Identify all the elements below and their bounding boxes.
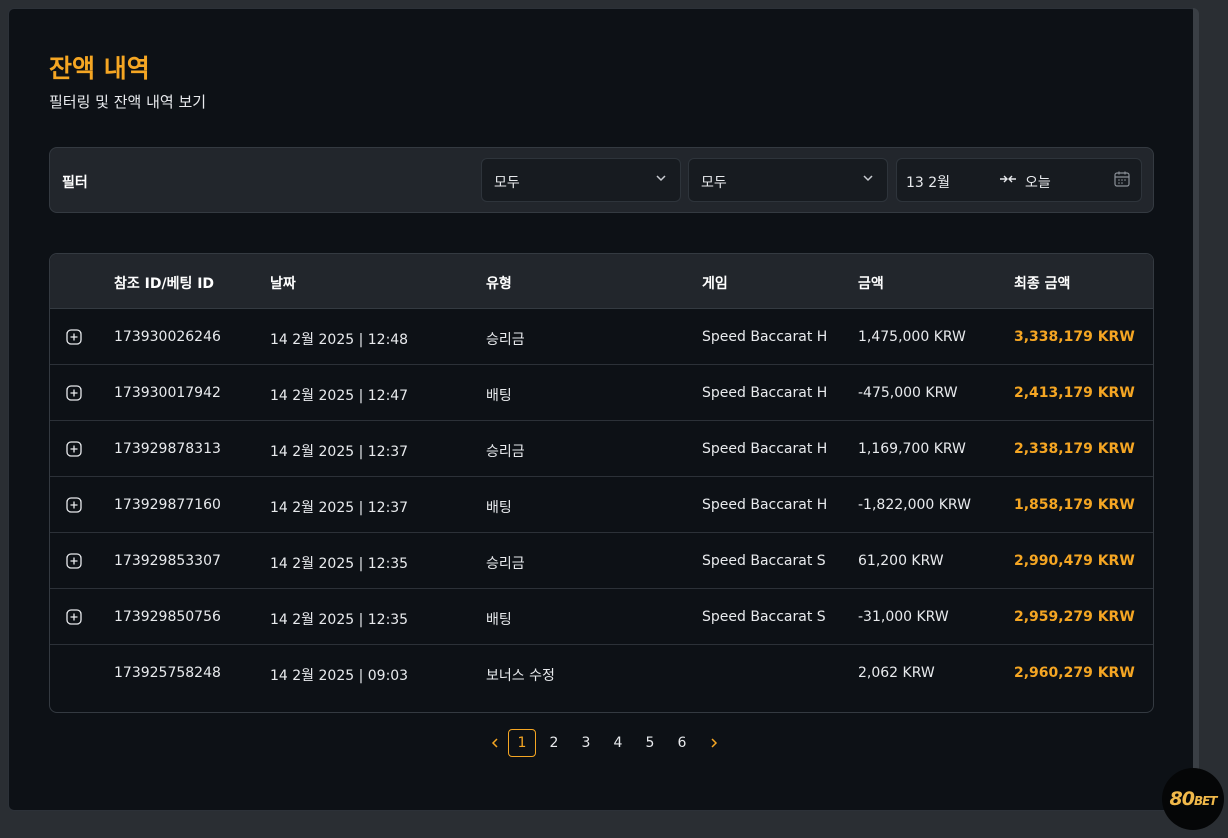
cell-amount: -31,000 KRW bbox=[858, 609, 949, 625]
page-button-4[interactable]: 4 bbox=[604, 729, 632, 757]
cell-amount: 61,200 KRW bbox=[858, 553, 944, 569]
cell-final-amount: 2,959,279 KRW bbox=[1014, 609, 1135, 625]
cell-game: Speed Baccarat S bbox=[702, 553, 826, 569]
cell-type: 승리금 bbox=[486, 332, 525, 348]
balance-table: 참조 ID/베팅 ID 날짜 유형 게임 금액 최종 금액 1739300262… bbox=[49, 253, 1154, 713]
logo-suffix: BET bbox=[1193, 794, 1218, 808]
type-select-value: 모두 bbox=[494, 175, 520, 191]
cell-amount: 1,475,000 KRW bbox=[858, 329, 966, 345]
filter-label: 필터 bbox=[62, 175, 88, 191]
expand-row-icon[interactable] bbox=[66, 553, 82, 569]
cell-final-amount: 2,338,179 KRW bbox=[1014, 441, 1135, 457]
calendar-icon[interactable] bbox=[1113, 170, 1131, 188]
cell-date: 14 2월 2025 | 09:03 bbox=[270, 668, 409, 684]
page-button-3[interactable]: 3 bbox=[572, 729, 600, 757]
cell-final-amount: 3,338,179 KRW bbox=[1014, 329, 1135, 345]
expand-row-icon[interactable] bbox=[66, 441, 82, 457]
table-row: 173929850756 14 2월 2025 | 12:35 배팅 Speed Ba… bbox=[50, 589, 1153, 645]
cell-type: 승리금 bbox=[486, 556, 525, 572]
date-to[interactable]: 오늘 bbox=[1025, 172, 1051, 192]
cell-game: Speed Baccarat H bbox=[702, 329, 828, 345]
chevron-right-icon bbox=[711, 738, 718, 748]
cell-game: Speed Baccarat H bbox=[702, 441, 828, 457]
table-row: 173925758248 14 2월 2025 | 09:03 보너스 수정 2,06… bbox=[50, 645, 1153, 701]
cell-type: 배팅 bbox=[486, 500, 512, 516]
cell-game: Speed Baccarat S bbox=[702, 609, 826, 625]
date-range-picker[interactable]: 13 2월 오늘 bbox=[896, 158, 1142, 202]
cell-ref-id: 173930026246 bbox=[114, 329, 221, 345]
game-select[interactable]: 모두 bbox=[688, 158, 888, 202]
expand-row-icon[interactable] bbox=[66, 329, 82, 345]
chevron-down-icon bbox=[863, 175, 873, 182]
column-header-date: 날짜 bbox=[270, 276, 296, 292]
cell-type: 승리금 bbox=[486, 444, 525, 460]
page-title: 잔액 내역 bbox=[49, 54, 150, 83]
column-header-ref-id: 참조 ID/베팅 ID bbox=[114, 276, 215, 292]
date-range-arrow-icon bbox=[1000, 175, 1016, 183]
balance-history-panel: 잔액 내역 필터링 및 잔액 내역 보기 필터 모두 모두 13 2월 오늘 참… bbox=[8, 8, 1197, 811]
filter-bar: 필터 모두 모두 13 2월 오늘 bbox=[49, 147, 1154, 213]
cell-date: 14 2월 2025 | 12:48 bbox=[270, 332, 409, 348]
page-subtitle: 필터링 및 잔액 내역 보기 bbox=[49, 93, 207, 111]
cell-amount: 1,169,700 KRW bbox=[858, 441, 966, 457]
page-button-2[interactable]: 2 bbox=[540, 729, 568, 757]
cell-final-amount: 1,858,179 KRW bbox=[1014, 497, 1135, 513]
cell-type: 배팅 bbox=[486, 388, 512, 404]
cell-ref-id: 173929877160 bbox=[114, 497, 221, 513]
next-page-button[interactable] bbox=[700, 729, 728, 757]
cell-ref-id: 173929878313 bbox=[114, 441, 221, 457]
cell-type: 보너스 수정 bbox=[486, 668, 555, 684]
logo-main: 80 bbox=[1169, 788, 1195, 810]
type-select[interactable]: 모두 bbox=[481, 158, 681, 202]
cell-date: 14 2월 2025 | 12:35 bbox=[270, 612, 409, 628]
column-header-game: 게임 bbox=[702, 276, 728, 292]
table-row: 173929877160 14 2월 2025 | 12:37 배팅 Speed Ba… bbox=[50, 477, 1153, 533]
cell-ref-id: 173929850756 bbox=[114, 609, 221, 625]
cell-ref-id: 173925758248 bbox=[114, 665, 221, 681]
expand-row-icon[interactable] bbox=[66, 497, 82, 513]
expand-row-icon[interactable] bbox=[66, 385, 82, 401]
date-from[interactable]: 13 2월 bbox=[906, 172, 950, 192]
cell-amount: 2,062 KRW bbox=[858, 665, 935, 681]
cell-ref-id: 173929853307 bbox=[114, 553, 221, 569]
scrollbar[interactable] bbox=[1193, 8, 1199, 811]
cell-final-amount: 2,413,179 KRW bbox=[1014, 385, 1135, 401]
cell-final-amount: 2,990,479 KRW bbox=[1014, 553, 1135, 569]
table-header: 참조 ID/베팅 ID 날짜 유형 게임 금액 최종 금액 bbox=[50, 254, 1153, 309]
brand-logo[interactable]: 80BET bbox=[1162, 768, 1224, 830]
page-button-1[interactable]: 1 bbox=[508, 729, 536, 757]
cell-amount: -1,822,000 KRW bbox=[858, 497, 971, 513]
table-row: 173930017942 14 2월 2025 | 12:47 배팅 Speed Ba… bbox=[50, 365, 1153, 421]
cell-ref-id: 173930017942 bbox=[114, 385, 221, 401]
column-header-type: 유형 bbox=[486, 276, 512, 292]
column-header-final-amount: 최종 금액 bbox=[1014, 276, 1071, 292]
chevron-left-icon bbox=[491, 738, 498, 748]
column-header-amount: 금액 bbox=[858, 276, 884, 292]
cell-final-amount: 2,960,279 KRW bbox=[1014, 665, 1135, 681]
cell-date: 14 2월 2025 | 12:37 bbox=[270, 500, 409, 516]
table-row: 173929878313 14 2월 2025 | 12:37 승리금 Speed B… bbox=[50, 421, 1153, 477]
chevron-down-icon bbox=[656, 175, 666, 182]
cell-date: 14 2월 2025 | 12:37 bbox=[270, 444, 409, 460]
cell-date: 14 2월 2025 | 12:47 bbox=[270, 388, 409, 404]
game-select-value: 모두 bbox=[701, 175, 727, 191]
cell-amount: -475,000 KRW bbox=[858, 385, 958, 401]
prev-page-button[interactable] bbox=[481, 729, 509, 757]
table-row: 173929853307 14 2월 2025 | 12:35 승리금 Speed B… bbox=[50, 533, 1153, 589]
cell-game: Speed Baccarat H bbox=[702, 385, 828, 401]
table-row: 173930026246 14 2월 2025 | 12:48 승리금 Speed B… bbox=[50, 309, 1153, 365]
page-button-6[interactable]: 6 bbox=[668, 729, 696, 757]
page-button-5[interactable]: 5 bbox=[636, 729, 664, 757]
cell-date: 14 2월 2025 | 12:35 bbox=[270, 556, 409, 572]
cell-type: 배팅 bbox=[486, 612, 512, 628]
expand-row-icon[interactable] bbox=[66, 609, 82, 625]
cell-game: Speed Baccarat H bbox=[702, 497, 828, 513]
